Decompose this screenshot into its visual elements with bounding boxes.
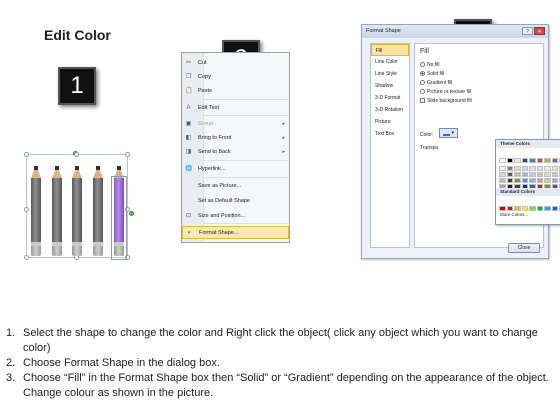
- menu-item-edit-text[interactable]: A Edit Text: [182, 102, 289, 115]
- menu-item-label: Copy: [198, 74, 211, 80]
- format-shape-icon: ◐: [187, 230, 192, 236]
- standard-color-swatch[interactable]: [544, 206, 551, 211]
- pencil-shape[interactable]: [72, 166, 82, 258]
- pencil-shape[interactable]: [52, 166, 62, 258]
- menu-item-bring-to-front[interactable]: ◧ Bring to Front ▸: [182, 132, 289, 145]
- close-button[interactable]: Close: [508, 243, 540, 253]
- menu-item-send-to-back[interactable]: ◨ Send to Back ▸: [182, 146, 289, 159]
- submenu-arrow-icon: ▸: [282, 121, 285, 127]
- color-picker-button[interactable]: ▾: [439, 128, 458, 138]
- standard-color-swatch[interactable]: [514, 206, 521, 211]
- menu-item-label: Send to Back: [198, 149, 231, 155]
- menu-item-label: Hyperlink...: [198, 166, 226, 172]
- standard-color-swatch[interactable]: [499, 206, 506, 211]
- radio-no-fill[interactable]: No fill: [420, 61, 440, 69]
- menu-item-label: Paste: [198, 88, 213, 94]
- rotate-handle[interactable]: [129, 211, 134, 216]
- standard-colors-heading: Standard Colors: [496, 188, 560, 196]
- resize-handle-bl[interactable]: [24, 255, 29, 260]
- transparency-label: Transpa: [420, 145, 439, 151]
- standard-color-swatch[interactable]: [529, 206, 536, 211]
- color-palette-dropdown: Theme Colors Standard Colors More Colors…: [495, 139, 560, 225]
- standard-color-swatch[interactable]: [506, 206, 513, 211]
- instructions-list: 1. Select the shape to change the color a…: [6, 326, 554, 401]
- instruction-item: 2. Choose Format Shape in the dialog box.: [6, 357, 220, 369]
- radio-gradient-fill[interactable]: Gradient fill: [420, 79, 452, 87]
- fill-color-icon: [443, 130, 451, 136]
- send-back-icon: ◨: [185, 149, 192, 155]
- size-icon: ⊡: [185, 213, 192, 219]
- menu-item-copy[interactable]: ❐ Copy: [182, 71, 289, 84]
- group-icon: ▣: [185, 121, 192, 127]
- nav-item-fill[interactable]: Fill: [371, 44, 409, 56]
- menu-item-format-shape[interactable]: ◐ Format Shape...: [182, 226, 289, 239]
- chevron-down-icon: ▾: [451, 130, 454, 136]
- context-menu: ✂ Cut ❐ Copy 📋 Paste A Edit Text ▣ Group ▸ ◧ Bring t…: [181, 52, 290, 243]
- menu-item-cut[interactable]: ✂ Cut: [182, 57, 289, 70]
- more-colors-link[interactable]: More Colors...: [500, 212, 528, 217]
- color-label: Color:: [420, 132, 434, 138]
- copy-icon: ❐: [185, 74, 192, 80]
- menu-item-set-as-default-shape[interactable]: Set as Default Shape: [182, 195, 289, 208]
- menu-item-label: Size and Position...: [198, 213, 246, 219]
- help-icon[interactable]: ?: [522, 27, 533, 35]
- close-icon[interactable]: ✕: [534, 27, 545, 35]
- nav-item-3d-format[interactable]: 3-D Format: [371, 92, 409, 104]
- nav-item-line-color[interactable]: Line Color: [371, 56, 409, 68]
- resize-handle-tl[interactable]: [24, 152, 29, 157]
- menu-item-label: Group: [198, 121, 214, 127]
- radio-picture-fill[interactable]: Picture or texture fill: [420, 88, 471, 96]
- standard-color-swatch[interactable]: [521, 206, 528, 211]
- scissors-icon: ✂: [185, 60, 192, 66]
- submenu-arrow-icon: ▸: [282, 135, 285, 141]
- format-shape-dialog: Format Shape ? ✕ Fill Line Color Line Sty…: [361, 24, 560, 259]
- nav-item-picture[interactable]: Picture: [371, 116, 409, 128]
- instruction-item: 1. Select the shape to change the color a…: [6, 327, 538, 354]
- hyperlink-icon: 🌐: [185, 166, 193, 172]
- page-title: Edit Color: [44, 27, 111, 43]
- bring-front-icon: ◧: [185, 135, 192, 141]
- step-1-badge: 1: [58, 67, 96, 105]
- format-nav: Fill Line Color Line Style Shadow 3-D Fo…: [370, 43, 410, 248]
- nav-item-text-box[interactable]: Text Box: [371, 128, 409, 140]
- standard-color-swatch[interactable]: [536, 206, 543, 211]
- menu-item-label: Format Shape...: [199, 230, 239, 236]
- resize-handle-tr[interactable]: [125, 152, 130, 157]
- submenu-arrow-icon: ▸: [282, 149, 285, 155]
- menu-item-paste[interactable]: 📋 Paste: [182, 85, 289, 98]
- instruction-item: 3. Choose “Fill” in the Format Shape box …: [6, 372, 549, 399]
- nav-item-shadow[interactable]: Shadow: [371, 80, 409, 92]
- menu-item-size-and-position[interactable]: ⊡ Size and Position...: [182, 210, 289, 223]
- pencil-shape[interactable]: [93, 166, 103, 258]
- fill-heading: Fill: [420, 48, 429, 55]
- paste-icon: 📋: [185, 88, 193, 94]
- theme-colors-heading: Theme Colors: [496, 140, 560, 148]
- menu-item-label: Cut: [198, 60, 207, 66]
- nav-item-line-style[interactable]: Line Style: [371, 68, 409, 80]
- menu-item-label: Bring to Front: [198, 135, 232, 141]
- menu-item-label: Edit Text: [198, 105, 219, 111]
- menu-item-label: Set as Default Shape: [198, 198, 250, 204]
- menu-item-label: Save as Picture...: [198, 183, 242, 189]
- menu-item-group[interactable]: ▣ Group ▸: [182, 118, 289, 131]
- edit-text-icon: A: [186, 105, 191, 111]
- resize-handle-tc[interactable]: [74, 152, 79, 157]
- nav-item-3d-rotation[interactable]: 3-D Rotation: [371, 104, 409, 116]
- pencil-shape[interactable]: [31, 166, 41, 258]
- radio-solid-fill[interactable]: Solid fill: [420, 70, 444, 78]
- fill-panel: Fill No fill Solid fill Gradient fill Pi…: [414, 43, 560, 248]
- checkbox-slide-background-fill[interactable]: Slide background fill: [420, 97, 472, 105]
- pencil-shape-selected[interactable]: [111, 166, 127, 260]
- resize-handle-ml[interactable]: [24, 207, 29, 212]
- standard-color-swatch[interactable]: [551, 206, 558, 211]
- menu-item-save-as-picture[interactable]: Save as Picture...: [182, 180, 289, 193]
- menu-item-hyperlink[interactable]: 🌐 Hyperlink...: [182, 163, 289, 176]
